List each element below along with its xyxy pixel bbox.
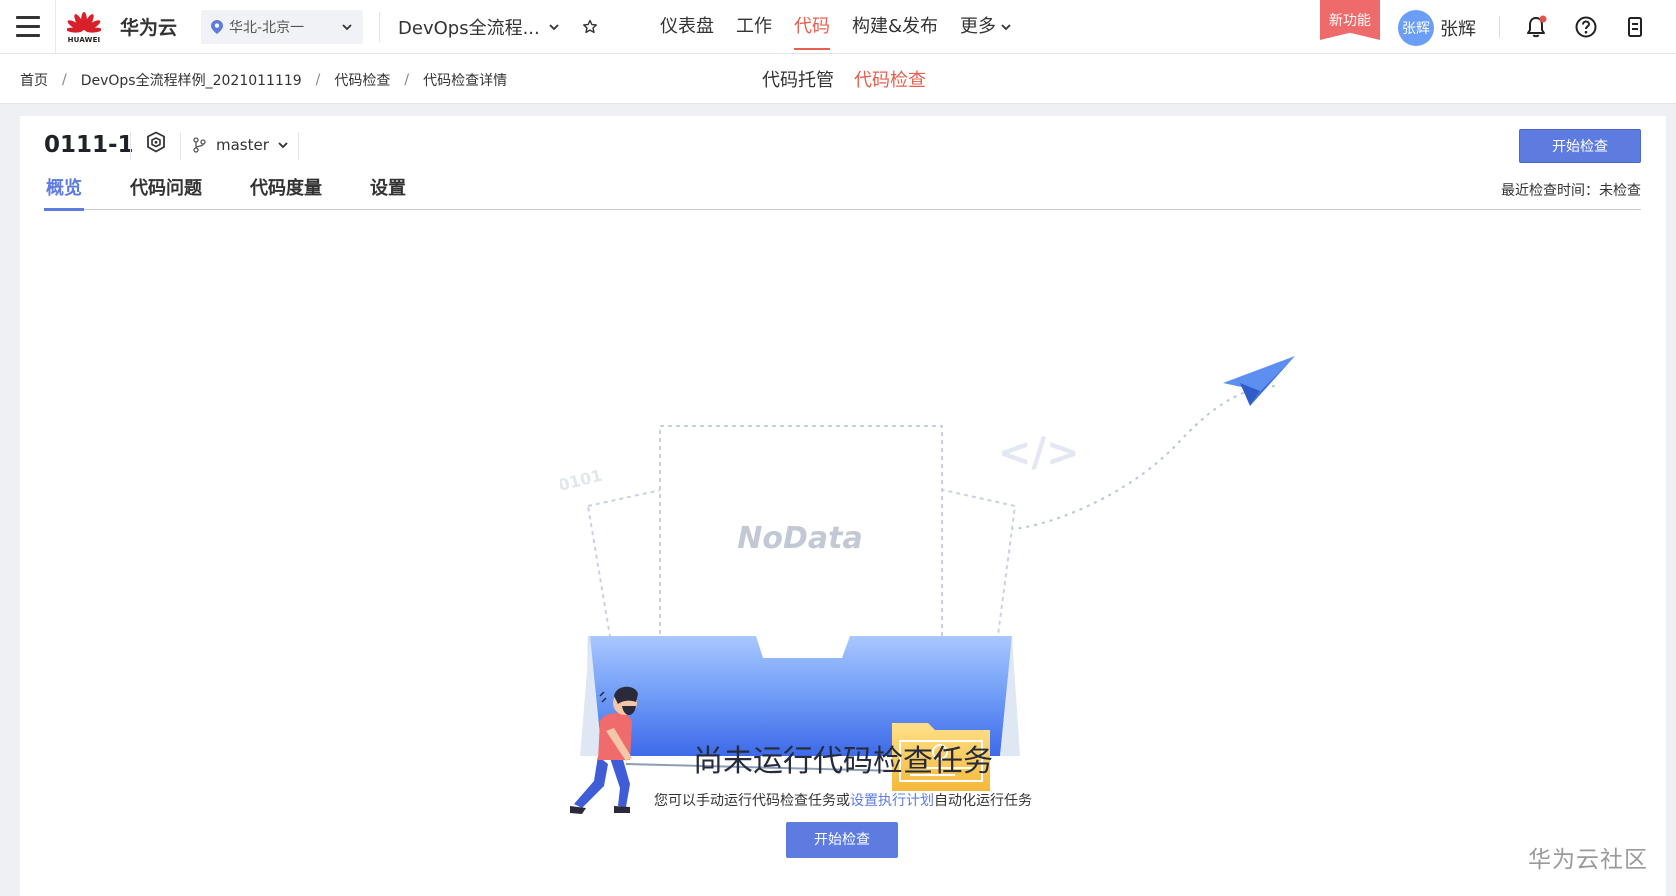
nav-work[interactable]: 工作 (736, 0, 772, 54)
tab-code-issues[interactable]: 代码问题 (128, 168, 204, 210)
watermark: 华为云社区 (1528, 847, 1648, 873)
brand[interactable]: HUAWEI 华为云 (56, 0, 177, 54)
illustration-binary-text: 0101 (560, 466, 604, 495)
nav-dashboard[interactable]: 仪表盘 (660, 0, 714, 54)
brand-logo-text: HUAWEI (67, 36, 101, 44)
git-branch-icon (193, 137, 206, 153)
help-icon[interactable] (1573, 14, 1599, 40)
username: 张辉 (1440, 19, 1476, 40)
project-name: DevOps全流程... (398, 17, 540, 39)
start-check-button-empty[interactable]: 开始检查 (786, 822, 898, 858)
chevron-down-icon (1001, 24, 1011, 31)
breadcrumb-current: 代码检查详情 (423, 73, 508, 89)
divider (379, 11, 381, 42)
location-pin-icon (211, 19, 224, 34)
shield-icon[interactable] (144, 130, 168, 154)
branch-name: master (216, 136, 269, 154)
tab-overview[interactable]: 概览 (44, 168, 84, 211)
breadcrumb-separator: / (315, 72, 321, 88)
tab-code-metrics[interactable]: 代码度量 (248, 168, 324, 210)
main-card: 0111-1 master 开始检查 概览 代码问题 代码度量 设置 最近检查时… (20, 116, 1666, 896)
region-selector[interactable]: 华北-北京一 (201, 9, 364, 44)
tab-settings[interactable]: 设置 (368, 168, 408, 210)
breadcrumb: 首页 / DevOps全流程样例_2021011119 / 代码检查 / 代码检… (20, 70, 507, 90)
breadcrumb-separator: / (404, 72, 410, 88)
chevron-down-icon (278, 142, 288, 149)
empty-state-description: 您可以手动运行代码检查任务或设置执行计划自动化运行任务 (20, 790, 1666, 810)
breadcrumb-code-check[interactable]: 代码检查 (334, 70, 390, 90)
page-title: 0111-1 (44, 132, 134, 158)
empty-desc-suffix: 自动化运行任务 (934, 793, 1032, 809)
empty-desc-prefix: 您可以手动运行代码检查任务或 (654, 793, 850, 809)
chevron-down-icon (549, 23, 559, 30)
new-feature-badge[interactable]: 新功能 (1320, 0, 1380, 40)
divider (180, 132, 181, 160)
nav-code[interactable]: 代码 (794, 0, 830, 54)
nav-more[interactable]: 更多 (960, 0, 1012, 54)
brand-name: 华为云 (120, 17, 178, 39)
paper-plane-icon (1223, 356, 1295, 406)
last-check-time: 最近检查时间：未检查 (1501, 183, 1641, 199)
sub-header: 首页 / DevOps全流程样例_2021011119 / 代码检查 / 代码检… (0, 54, 1676, 104)
menu-icon[interactable] (0, 0, 56, 54)
branch-selector[interactable]: master (192, 136, 289, 154)
star-icon[interactable] (582, 19, 598, 35)
divider (1499, 16, 1500, 38)
top-navigation-bar: HUAWEI 华为云 华北-北京一 DevOps全流程... 仪表盘 工作 代码… (0, 0, 1676, 54)
avatar: 张辉 (1398, 10, 1434, 46)
detail-tabs: 概览 代码问题 代码度量 设置 (44, 168, 1641, 211)
illustration-nodata-text: NoData (737, 521, 862, 556)
main-nav: 仪表盘 工作 代码 构建&发布 更多 (660, 0, 1034, 54)
chevron-down-icon (342, 23, 352, 30)
tab-code-check[interactable]: 代码检查 (854, 66, 926, 92)
divider (298, 132, 299, 160)
breadcrumb-home[interactable]: 首页 (20, 70, 48, 90)
svg-text:</>: </> (998, 430, 1080, 476)
nav-build-release[interactable]: 构建&发布 (852, 0, 938, 54)
breadcrumb-project[interactable]: DevOps全流程样例_2021011119 (81, 70, 302, 90)
region-label: 华北-北京一 (229, 19, 305, 36)
empty-state-title: 尚未运行代码检查任务 (693, 744, 993, 779)
service-tabs: 代码托管 代码检查 (762, 66, 946, 92)
project-selector[interactable]: DevOps全流程... (398, 14, 560, 40)
divider (130, 132, 131, 160)
document-icon[interactable] (1622, 14, 1648, 40)
start-check-button[interactable]: 开始检查 (1519, 129, 1641, 163)
tab-code-hosting[interactable]: 代码托管 (762, 66, 834, 92)
huawei-logo-icon: HUAWEI (64, 4, 104, 50)
bell-icon[interactable] (1523, 14, 1549, 40)
user-menu[interactable]: 张辉 张辉 (1398, 10, 1476, 46)
breadcrumb-separator: / (62, 72, 67, 88)
schedule-link[interactable]: 设置执行计划 (850, 793, 934, 809)
